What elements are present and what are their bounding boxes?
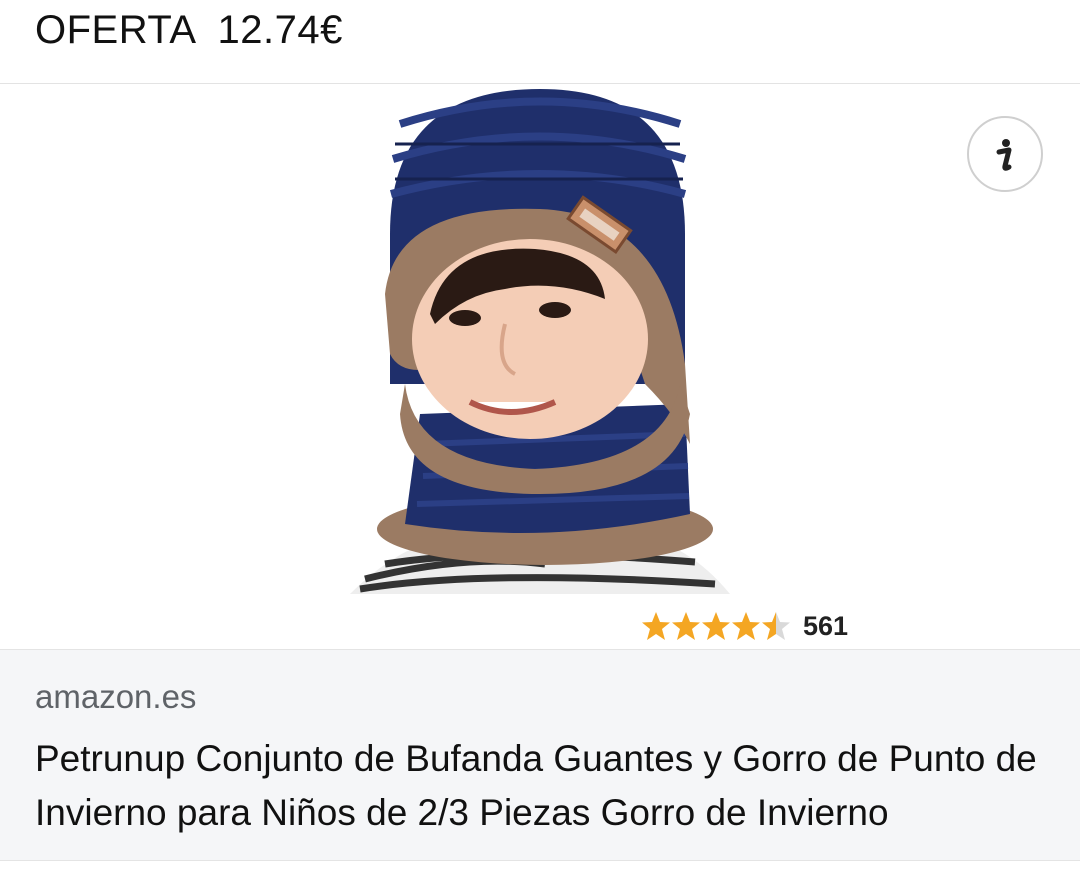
offer-header: OFERTA 12.74€ bbox=[0, 0, 1080, 84]
star-rating bbox=[641, 610, 791, 642]
offer-price-text: OFERTA 12.74€ bbox=[35, 8, 343, 52]
rating: 561 bbox=[641, 609, 848, 643]
listing-info-panel[interactable]: amazon.es Petrunup Conjunto de Bufanda G… bbox=[0, 649, 1080, 861]
product-title[interactable]: Petrunup Conjunto de Bufanda Guantes y G… bbox=[35, 732, 1045, 840]
info-button[interactable] bbox=[967, 116, 1043, 192]
source-domain: amazon.es bbox=[35, 678, 197, 715]
star-icons bbox=[642, 612, 790, 640]
product-image-area[interactable]: 561 bbox=[0, 84, 1080, 649]
rating-count: 561 bbox=[803, 610, 849, 641]
info-icon bbox=[996, 139, 1012, 171]
product-image[interactable] bbox=[345, 84, 735, 596]
